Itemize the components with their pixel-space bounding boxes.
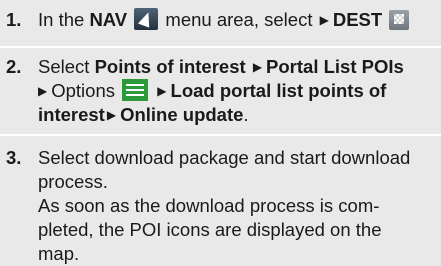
checkered-flag-icon	[389, 10, 410, 30]
step-1: 1. In the NAV menu area, select ▶ DEST	[0, 0, 441, 46]
period: .	[243, 104, 249, 125]
points-of-interest-label: Points of interest	[94, 56, 246, 77]
step-number: 2.	[6, 56, 22, 77]
nav-label: NAV	[89, 9, 128, 30]
step-text: menu area, select	[165, 9, 313, 30]
step-text-line: process.	[38, 171, 108, 192]
list-menu-icon	[122, 79, 149, 101]
load-portal-list-label-cont: interest	[38, 104, 105, 125]
right-triangle-icon: ▶	[106, 108, 117, 122]
load-portal-list-label: Load portal list points of	[170, 80, 387, 101]
online-update-label: Online update	[120, 104, 244, 125]
step-text: In the	[38, 9, 85, 30]
step-text: Select	[38, 56, 90, 77]
step-text-line: As soon as the download process is com-	[38, 195, 380, 216]
step-number: 1.	[6, 9, 22, 30]
right-triangle-icon: ▶	[319, 13, 329, 27]
instruction-steps: 1. In the NAV menu area, select ▶ DEST 2.…	[0, 0, 441, 266]
options-label: Options	[51, 80, 115, 101]
right-triangle-icon: ▶	[157, 84, 167, 98]
dest-label: DEST	[332, 9, 383, 30]
right-triangle-icon: ▶	[38, 84, 48, 98]
step-text-line: pleted, the POI icons are displayed on t…	[38, 219, 382, 240]
step-number: 3.	[6, 147, 22, 168]
step-text-line: map.	[38, 243, 80, 264]
navigation-arrow-icon	[134, 8, 159, 30]
step-text-line: Select download package and start downlo…	[38, 147, 411, 168]
right-triangle-icon: ▶	[252, 60, 263, 74]
step-2: 2. Select Points of interest ▶ Portal Lis…	[0, 48, 441, 134]
portal-list-pois-label: Portal List POIs	[266, 56, 404, 77]
step-3: 3. Select download package and start dow…	[0, 136, 441, 266]
